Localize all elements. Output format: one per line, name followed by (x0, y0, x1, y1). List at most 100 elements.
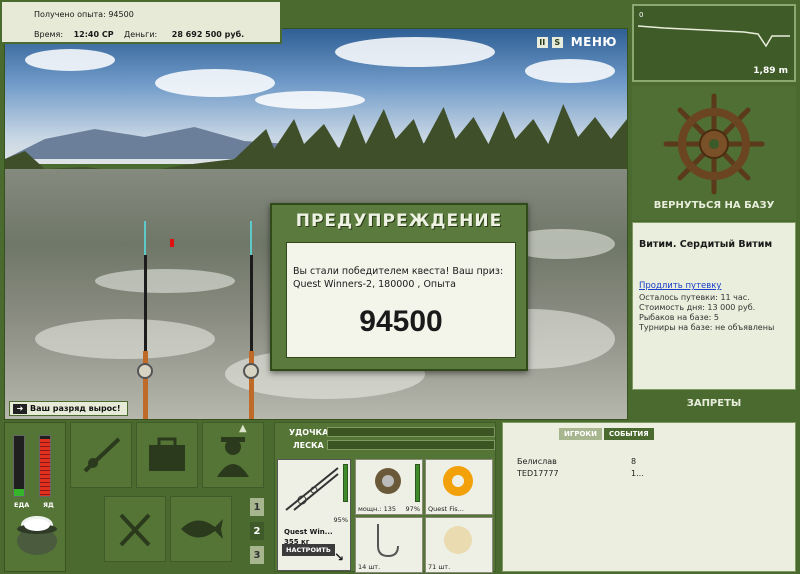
line-spool-icon (443, 466, 473, 496)
line-tension-bar (327, 440, 495, 450)
player-name: TED17777 (517, 469, 559, 478)
location-panel: Витим. Сердитый Витим Продлить путевку О… (632, 222, 796, 390)
rod-image (285, 467, 339, 511)
reel-slot[interactable]: мощн.: 135 97% (355, 459, 423, 515)
sound-button[interactable]: S (551, 36, 563, 48)
fish-icon (181, 519, 223, 539)
bait-count: 71 шт. (428, 563, 451, 571)
player-info-panel: Получено опыта: 94500 Время: 12:40 СР Де… (0, 0, 282, 44)
hook-slot[interactable]: 14 шт. (355, 517, 423, 573)
rank-up-text: Ваш разряд вырос! (30, 404, 121, 413)
fisherman-icon (217, 437, 249, 477)
ship-wheel-icon[interactable] (632, 86, 796, 196)
food-pot-icon[interactable] (13, 511, 61, 557)
line-slot[interactable]: Quest Fis... (425, 459, 493, 515)
food-meter (13, 435, 25, 497)
bobber (170, 239, 174, 247)
tournaments-status: Турниры на базе: не объявлены (639, 323, 775, 332)
extend-permit-link[interactable]: Продлить путевку (639, 281, 721, 291)
hook-icon (377, 524, 399, 558)
dialog-amount: 94500 (359, 305, 443, 338)
water-foam (35, 319, 215, 359)
poison-label: ЯД (43, 501, 54, 509)
cloud (25, 49, 115, 71)
food-meter-fill (14, 488, 24, 496)
tab-events[interactable]: СОБЫТИЯ (603, 428, 654, 440)
rod-tension-label: УДОЧКА (289, 428, 329, 437)
warning-dialog[interactable]: ПРЕДУПРЕЖДЕНИЕ Вы стали победителем квес… (270, 203, 528, 371)
location-name: Витим. Сердитый Витим (639, 239, 773, 250)
reel-condition-bar (415, 464, 420, 502)
rod-grip (143, 351, 148, 419)
list-item[interactable]: Белислав 8 (517, 457, 636, 466)
arrow-right-icon: ➜ (13, 404, 27, 414)
cloud (335, 37, 495, 67)
bait-dough-icon (444, 526, 472, 554)
reel-icon (137, 363, 153, 379)
compass-icon[interactable]: ▲ (239, 423, 247, 434)
cloud (525, 59, 615, 83)
reel-icon (375, 468, 401, 494)
configure-button[interactable]: НАСТРОИТЬ (282, 544, 335, 556)
player-value: 1... (631, 469, 644, 478)
rod-condition-bar (343, 464, 348, 502)
rod-slot[interactable] (70, 422, 132, 488)
rod-icon (83, 437, 121, 473)
tab-2[interactable]: 2 (250, 522, 264, 540)
dialog-body: Вы стали победителем квеста! Ваш приз: Q… (286, 242, 516, 358)
fishers-count: Рыбаков на базе: 5 (639, 313, 719, 322)
exp-label: Получено опыта: (34, 10, 106, 19)
rod-condition: 95% (333, 516, 348, 524)
time-label: Время: (34, 30, 64, 39)
exp-value: 94500 (108, 10, 134, 19)
dialog-message: Вы стали победителем квеста! Ваш приз: Q… (293, 266, 504, 290)
tackle-panel: УДОЧКА ЛЕСКА 95% Quest Win... 355 кг НАС… (274, 422, 496, 573)
rod-tip (250, 221, 252, 255)
tab-1[interactable]: 1 (250, 498, 264, 516)
tab-3[interactable]: 3 (250, 546, 264, 564)
arrow-down-right-icon: ↘ (333, 550, 344, 564)
rod-card[interactable]: 95% Quest Win... 355 кг НАСТРОИТЬ ↘ (277, 459, 351, 571)
tab-players[interactable]: ИГРОКИ (559, 428, 602, 440)
players-panel: ИГРОКИ СОБЫТИЯ Белислав 8 TED17777 1... (502, 422, 796, 572)
tackle-box-icon (149, 437, 185, 471)
fish-slot[interactable] (170, 496, 232, 562)
food-slot[interactable] (104, 496, 166, 562)
list-item[interactable]: TED17777 1... (517, 469, 644, 478)
water-foam (95, 269, 235, 293)
reel-condition: 97% (405, 505, 420, 513)
return-to-base-button[interactable]: ВЕРНУТЬСЯ НА БАЗУ (632, 200, 796, 211)
money-label: Деньги: (124, 30, 158, 39)
menu-button[interactable]: МЕНЮ (571, 35, 617, 49)
players-tabs: ИГРОКИ СОБЫТИЯ (559, 428, 654, 440)
rod-grip (249, 351, 254, 419)
fisherman-slot[interactable] (202, 422, 264, 488)
pause-button[interactable]: II (536, 36, 548, 48)
player-name: Белислав (517, 457, 557, 466)
dialog-title: ПРЕДУПРЕЖДЕНИЕ (295, 211, 503, 231)
bans-button[interactable]: ЗАПРЕТЫ (632, 398, 796, 409)
depth-value: 1,89 m (753, 66, 788, 76)
bottom-panel: ЕДА ЯД ▲ 1 2 3 УДОЧКА ЛЕСКА 95% Quest Wi… (0, 420, 800, 574)
rod-name: Quest Win... (284, 528, 333, 536)
bait-slot[interactable]: 71 шт. (425, 517, 493, 573)
rod-tip (144, 221, 146, 255)
reel-icon (243, 363, 259, 379)
reel-power: мощн.: 135 (358, 505, 396, 513)
depth-chart: 0 1,89 m (632, 4, 796, 82)
cutlery-icon (119, 513, 151, 547)
day-cost: Стоимость дня: 13 000 руб. (639, 303, 756, 312)
tackle-box-slot[interactable] (136, 422, 198, 488)
player-value: 8 (631, 457, 637, 466)
line-name: Quest Fis... (428, 505, 464, 513)
permit-remaining: Осталось путевки: 11 час. (639, 293, 750, 302)
line-tension-label: ЛЕСКА (293, 441, 324, 450)
hook-count: 14 шт. (358, 563, 381, 571)
rank-up-notice[interactable]: ➜ Ваш разряд вырос! (9, 401, 128, 416)
top-controls: II S МЕНЮ (536, 35, 617, 49)
poison-meter-fill (40, 439, 50, 496)
status-meters: ЕДА ЯД (4, 422, 66, 572)
time-value: 12:40 СР (73, 30, 114, 39)
rod-tension-bar (327, 427, 495, 437)
poison-meter (39, 435, 51, 497)
